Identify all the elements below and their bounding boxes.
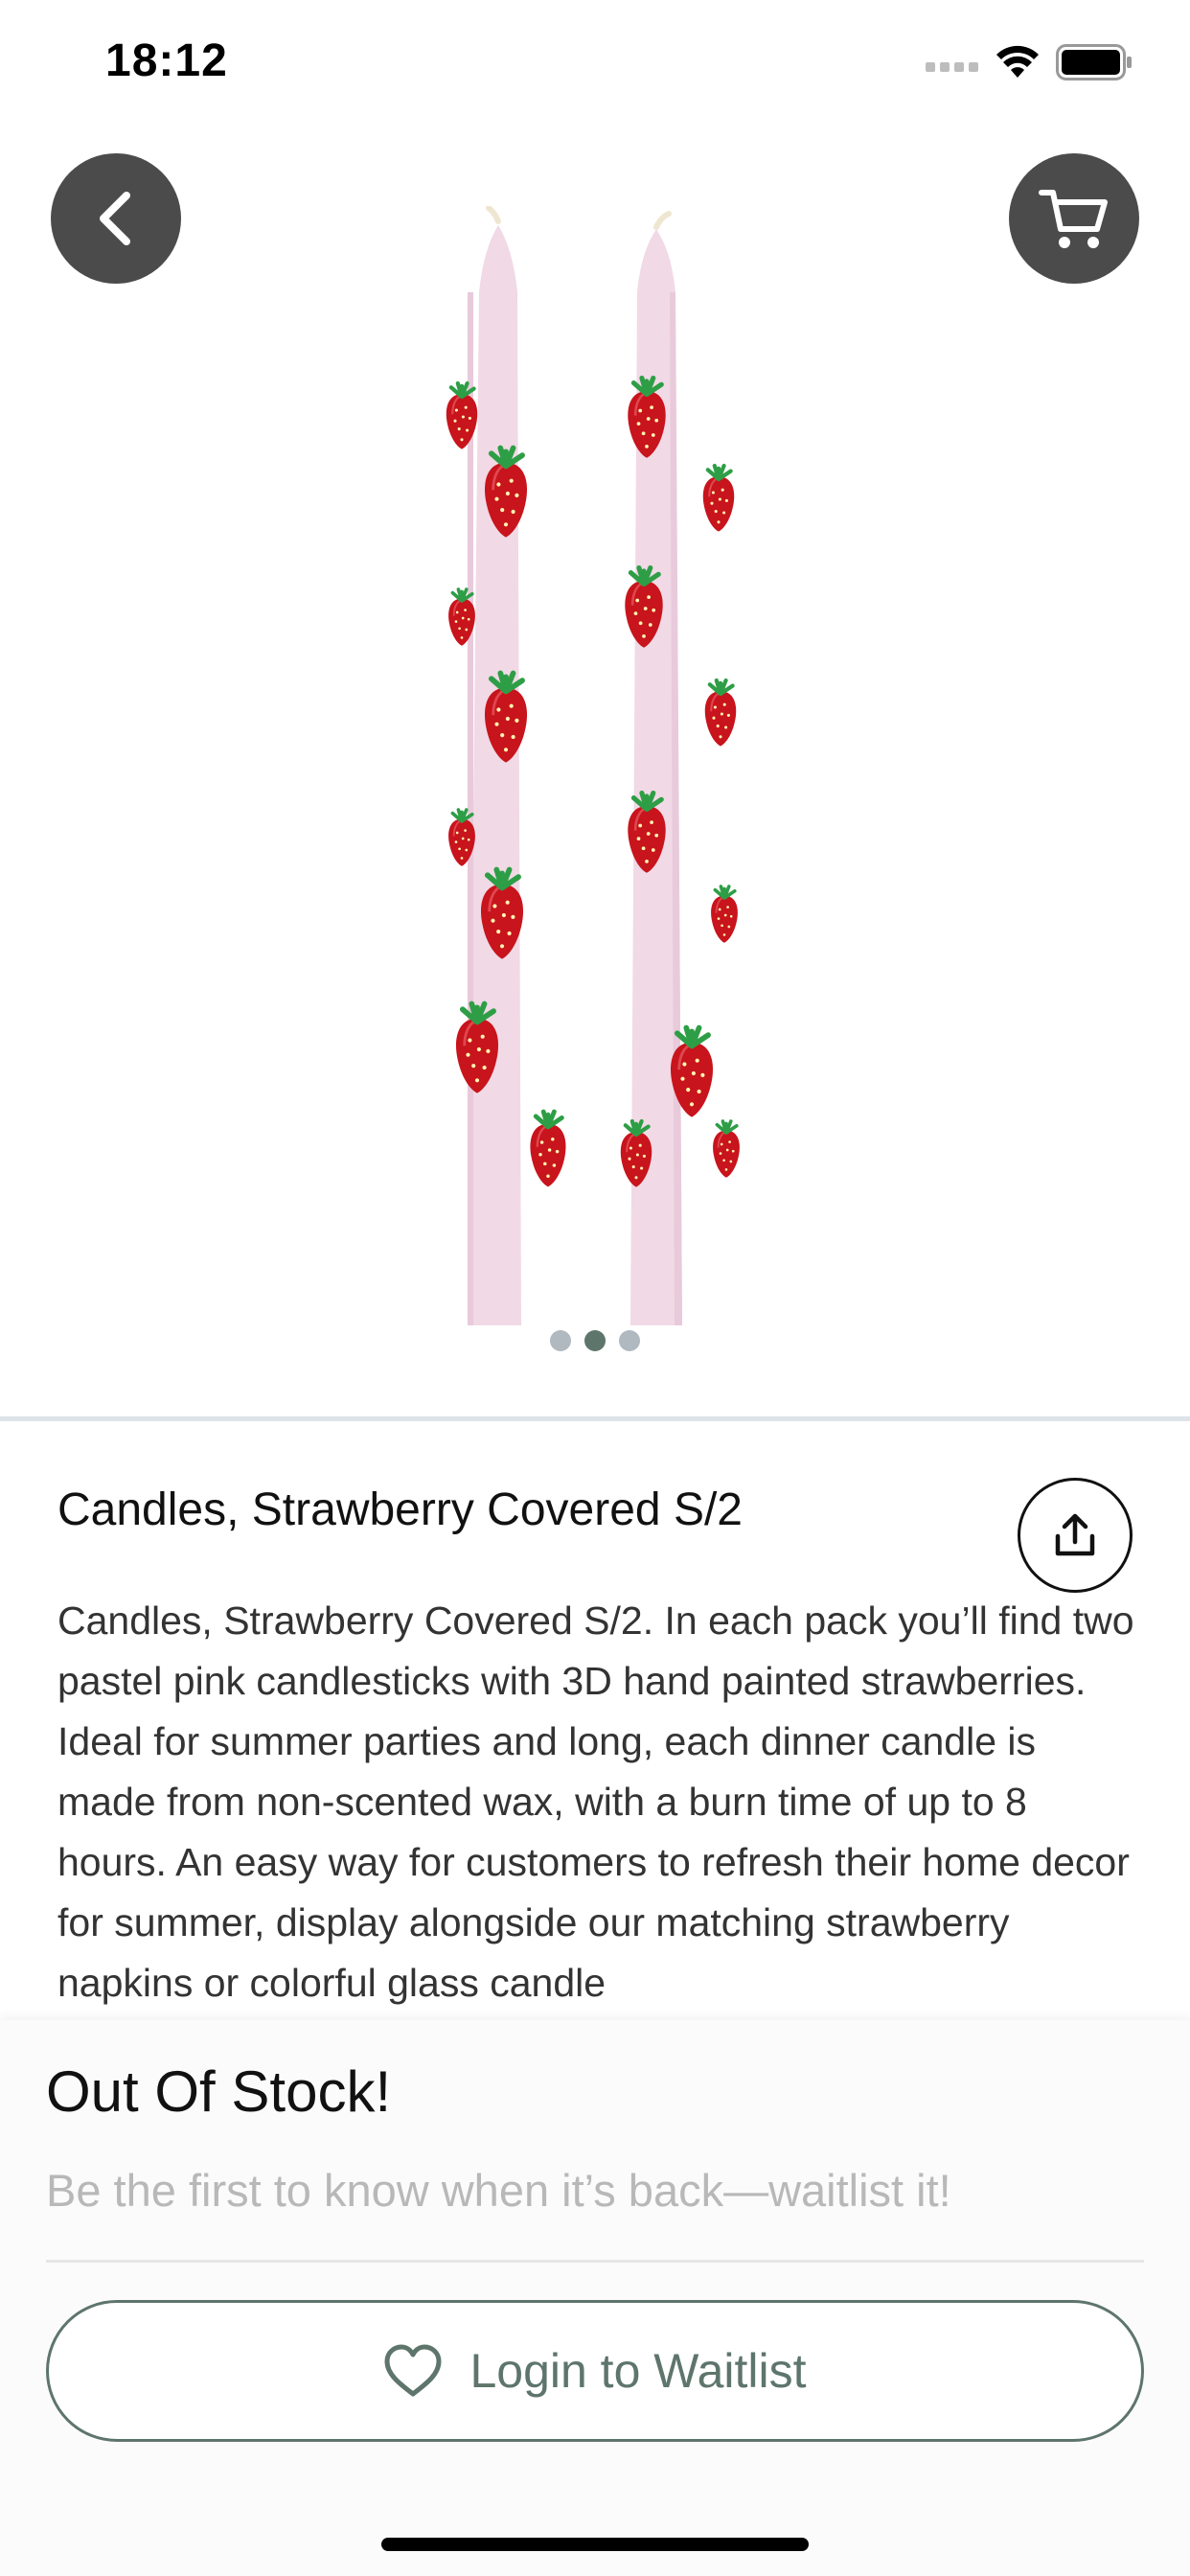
panel-divider	[46, 2260, 1144, 2263]
back-button[interactable]	[51, 153, 181, 284]
gallery-pagination[interactable]	[0, 1330, 1190, 1351]
home-indicator[interactable]	[381, 2538, 809, 2551]
waitlist-button-label: Login to Waitlist	[469, 2344, 807, 2398]
product-image	[441, 206, 742, 1325]
cart-button[interactable]	[1009, 153, 1139, 284]
chevron-left-icon	[100, 192, 130, 245]
out-of-stock-title: Out Of Stock!	[46, 2059, 392, 2124]
status-bar: 18:12	[0, 0, 1190, 126]
status-indicators	[926, 44, 1133, 80]
stock-panel: Out Of Stock! Be the first to know when …	[0, 2020, 1190, 2576]
product-description: Candles, Strawberry Covered S/2. In each…	[57, 1598, 1134, 2005]
share-button[interactable]	[1018, 1478, 1133, 1593]
wifi-icon	[996, 45, 1039, 78]
gallery-dot[interactable]	[619, 1330, 640, 1351]
login-to-waitlist-button[interactable]: Login to Waitlist	[46, 2300, 1144, 2442]
cart-icon	[1039, 190, 1108, 248]
waitlist-subtitle: Be the first to know when it’s back—wait…	[46, 2165, 951, 2216]
gallery-dot[interactable]	[550, 1330, 571, 1351]
cellular-signal-icon	[926, 62, 978, 72]
battery-icon	[1056, 44, 1132, 80]
gallery-dot-active[interactable]	[584, 1330, 606, 1351]
product-title: Candles, Strawberry Covered S/2	[57, 1484, 743, 1535]
section-divider	[0, 1416, 1190, 1421]
status-time: 18:12	[105, 35, 228, 86]
share-icon	[1055, 1513, 1095, 1556]
heart-outline-icon	[384, 2344, 442, 2397]
